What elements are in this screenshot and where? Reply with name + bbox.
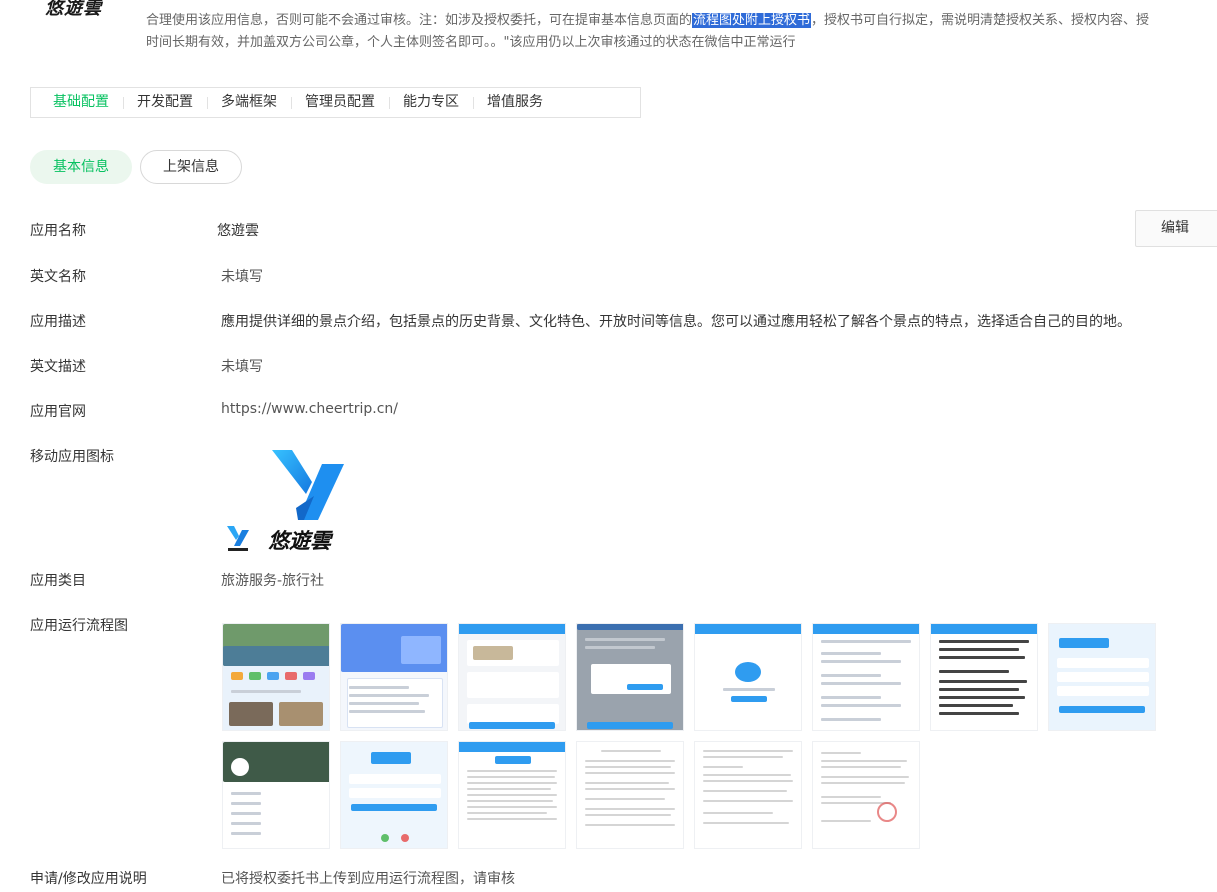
flow-image[interactable] [812,623,920,731]
tab-basic-config[interactable]: 基础配置 [39,88,123,117]
label-website: 应用官网 [30,404,86,420]
value-change-note: 已将授权委托书上传到应用运行流程图，请审核 [221,871,515,887]
flow-image[interactable] [812,741,920,849]
subtab-basic-info[interactable]: 基本信息 [30,150,132,184]
subtab-listing-info[interactable]: 上架信息 [140,150,242,184]
notice-line-cut [146,0,1217,10]
flow-image[interactable] [576,741,684,849]
main-tabs: 基础配置 开发配置 多端框架 管理员配置 能力专区 增值服务 [30,87,641,118]
value-en-desc: 未填写 [221,359,263,375]
flow-image[interactable] [222,623,330,731]
label-mobile-icon: 移动应用图标 [30,449,114,465]
value-app-desc: 應用提供详细的景点介绍，包括景点的历史背景、文化特色、开放时间等信息。您可以通过… [221,314,1131,330]
flow-image[interactable] [458,741,566,849]
label-en-desc: 英文描述 [30,359,86,375]
mobile-app-icon: 悠遊雲 [226,450,354,554]
review-notice: 合理使用该应用信息，否则可能不会通过审核。注：如涉及授权委托，可在提审基本信息页… [146,0,1217,54]
edit-button[interactable]: 编辑 [1135,210,1217,247]
value-en-name: 未填写 [221,269,263,285]
tab-value-added[interactable]: 增值服务 [473,88,557,117]
label-app-name: 应用名称 [30,223,86,239]
notice-line-1: 合理使用该应用信息，否则可能不会通过审核。注：如涉及授权委托，可在提审基本信息页… [146,10,1217,32]
flow-image[interactable] [930,623,1038,731]
flow-image[interactable] [694,623,802,731]
notice-line-2: 时间长期有效，并加盖双方公司公章，个人主体则签名即可。。"该应用仍以上次审核通过… [146,35,796,50]
label-en-name: 英文名称 [30,269,86,285]
flow-image[interactable] [1048,623,1156,731]
top-logo-text: 悠遊雲 [45,0,102,18]
label-app-desc: 应用描述 [30,314,86,330]
value-app-name: 悠遊雲 [217,223,259,239]
notice-highlight: 流程图处附上授权书 [692,13,812,28]
value-category: 旅游服务-旅行社 [221,573,325,589]
top-app-logo: 悠遊雲 [45,0,115,18]
tab-capabilities[interactable]: 能力专区 [389,88,473,117]
tab-multi-framework[interactable]: 多端框架 [207,88,291,117]
value-website: https://www.cheertrip.cn/ [221,401,399,417]
label-change-note: 申请/修改应用说明 [30,871,147,887]
flow-image[interactable] [340,741,448,849]
label-category: 应用类目 [30,573,86,589]
icon-brand-text: 悠遊雲 [268,529,334,553]
flow-image[interactable] [694,741,802,849]
flow-image[interactable] [458,623,566,731]
flow-image[interactable] [222,741,330,849]
flow-image[interactable] [340,623,448,731]
notice-text-1: 合理使用该应用信息，否则可能不会通过审核。注：如涉及授权委托，可在提审基本信息页… [146,13,693,28]
label-flowchart: 应用运行流程图 [30,618,128,634]
tab-admin-config[interactable]: 管理员配置 [291,88,389,117]
tab-dev-config[interactable]: 开发配置 [123,88,207,117]
notice-text-2: ，授权书可自行拟定，需说明清楚授权关系、授权内容、授 [811,13,1150,28]
flow-image[interactable] [576,623,684,731]
app-logo-icon: 悠遊雲 [227,450,344,553]
